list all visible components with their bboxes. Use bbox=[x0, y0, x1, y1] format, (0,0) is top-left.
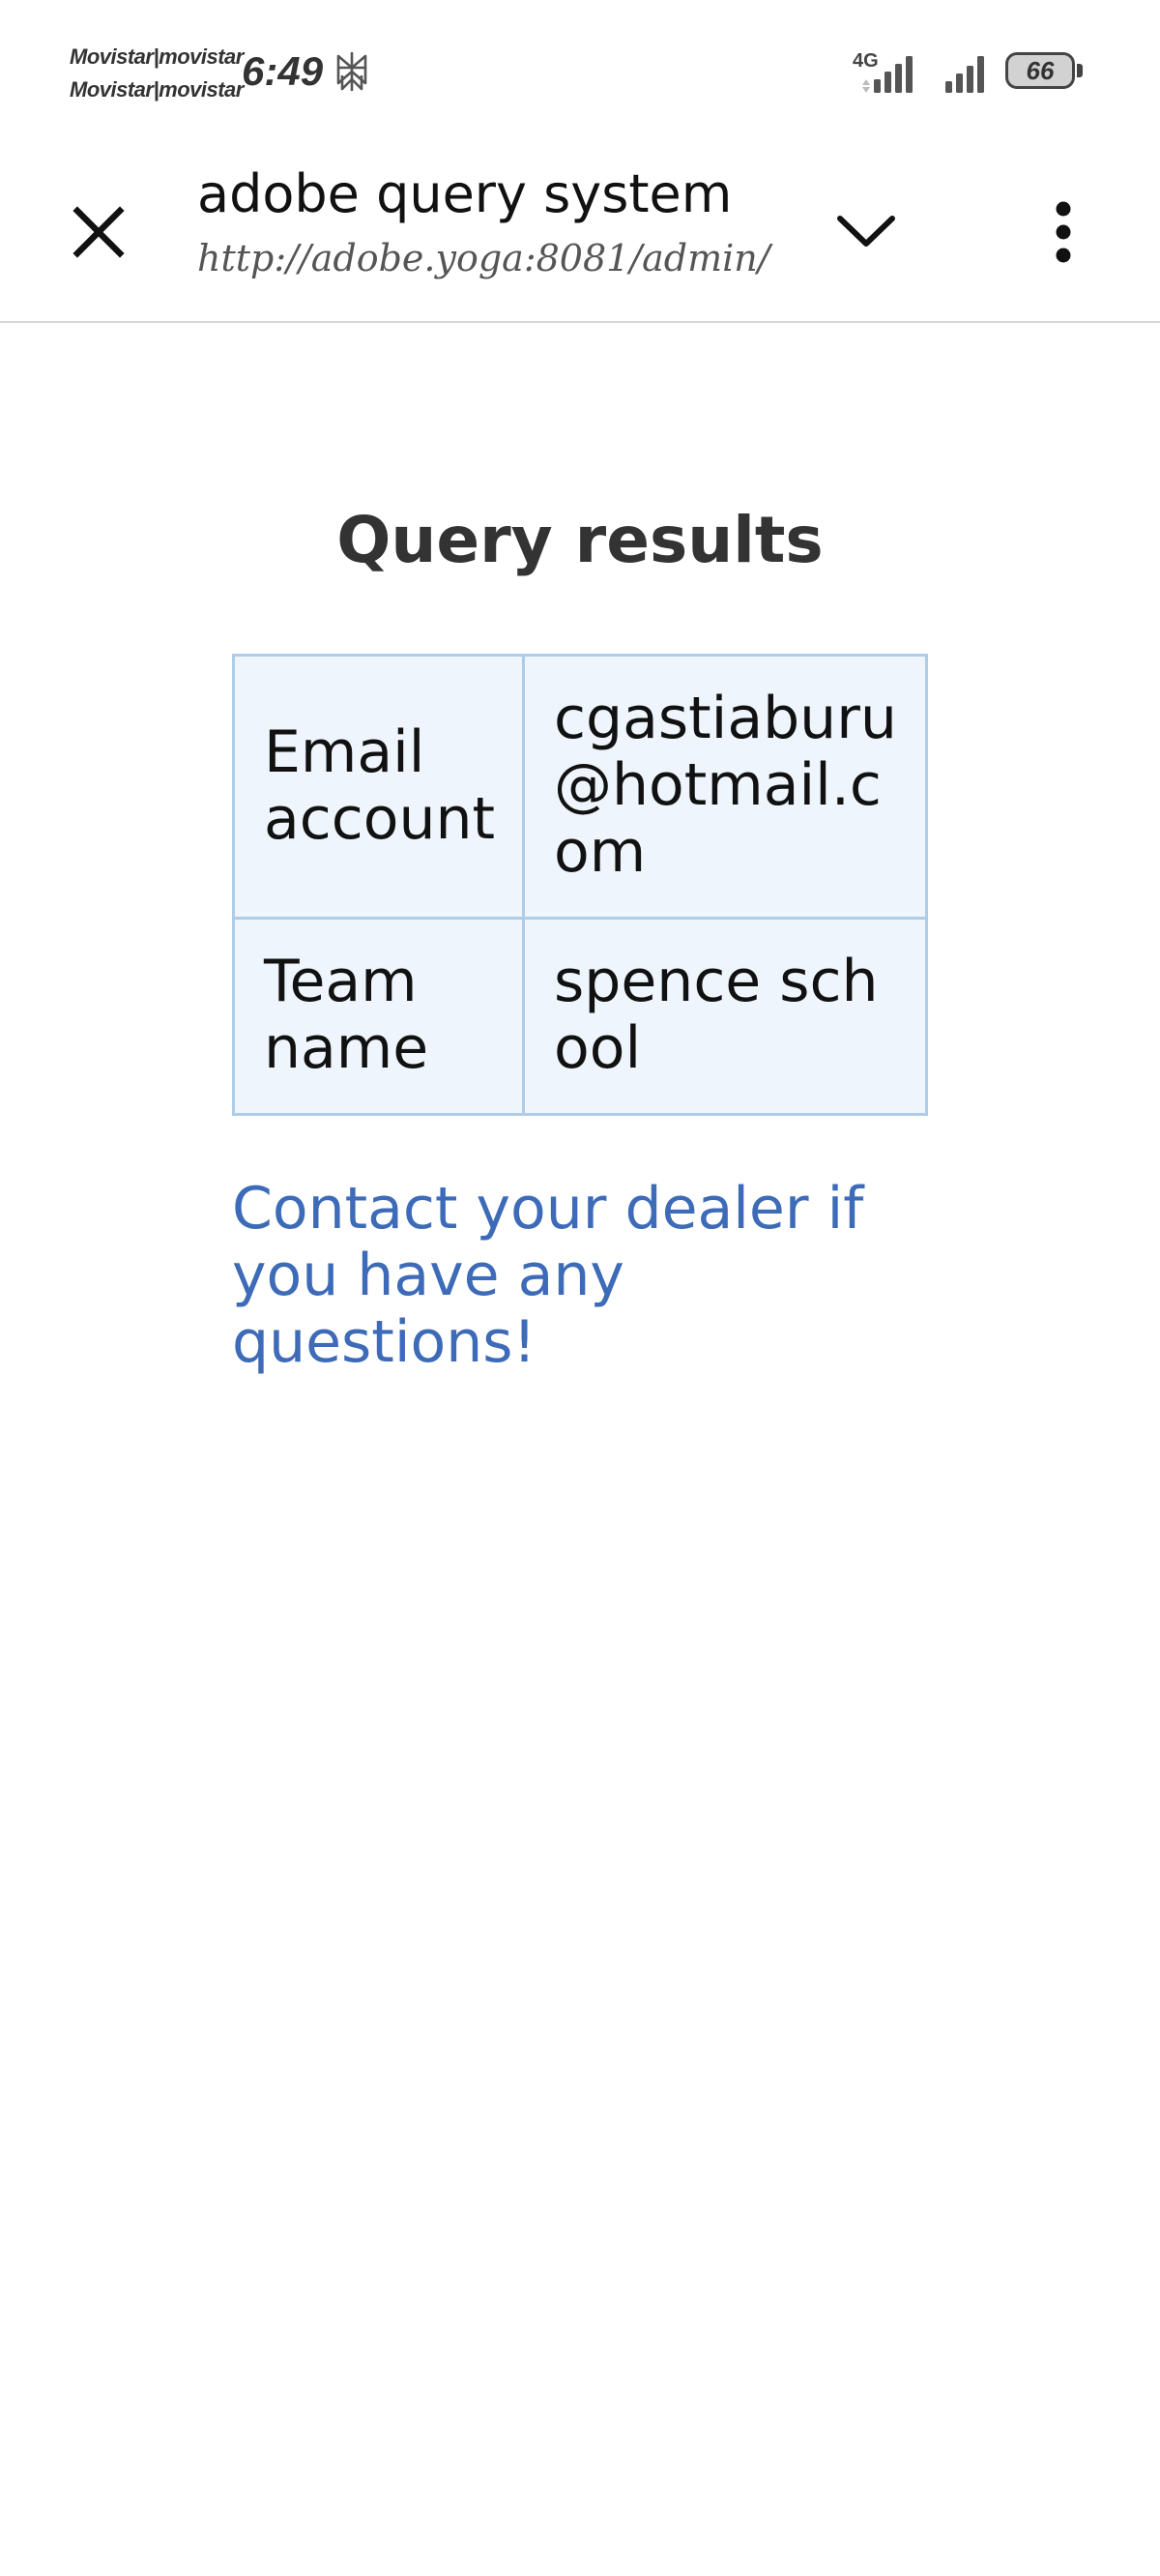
carrier-names: Movistar|movistar Movistar|movistar bbox=[70, 41, 244, 106]
chevron-down-icon bbox=[837, 216, 895, 247]
browser-header: adobe query system http://adobe.yoga:808… bbox=[0, 145, 1160, 323]
battery-tip bbox=[1077, 64, 1083, 77]
more-vertical-icon bbox=[1056, 201, 1071, 263]
contact-note: Contact your dealer if you have any ques… bbox=[232, 1175, 864, 1376]
perplexity-logo-icon bbox=[336, 52, 367, 91]
table-row: Email account cgastiaburu@hotmail.com bbox=[231, 654, 928, 920]
table-label-cell: Team name bbox=[231, 917, 526, 1116]
expand-button[interactable] bbox=[826, 191, 907, 273]
more-menu-button[interactable] bbox=[1023, 191, 1104, 273]
carrier-line-1: Movistar|movistar bbox=[70, 44, 244, 69]
close-button[interactable] bbox=[58, 191, 139, 273]
close-icon bbox=[72, 206, 125, 258]
battery-indicator: 66 bbox=[1005, 52, 1087, 93]
results-table: Email account cgastiaburu@hotmail.com Te… bbox=[231, 654, 928, 1116]
page-title: adobe query system bbox=[197, 163, 733, 224]
table-value-cell: cgastiaburu@hotmail.com bbox=[522, 654, 928, 920]
table-value-cell: spence school bbox=[522, 917, 928, 1116]
status-time: 6:49 bbox=[242, 48, 324, 94]
carrier-line-2: Movistar|movistar bbox=[70, 77, 244, 102]
results-heading: Query results bbox=[336, 503, 824, 577]
battery-level: 66 bbox=[1005, 52, 1075, 89]
status-bar: Movistar|movistar Movistar|movistar 6:49… bbox=[0, 0, 1160, 145]
table-row: Team name spence school bbox=[231, 917, 928, 1116]
signal-strength-icon-2 bbox=[945, 56, 984, 93]
table-label-cell: Email account bbox=[231, 654, 526, 920]
signal-strength-icon bbox=[862, 56, 913, 93]
page-url[interactable]: http://adobe.yoga:8081/admin/ bbox=[197, 234, 770, 282]
